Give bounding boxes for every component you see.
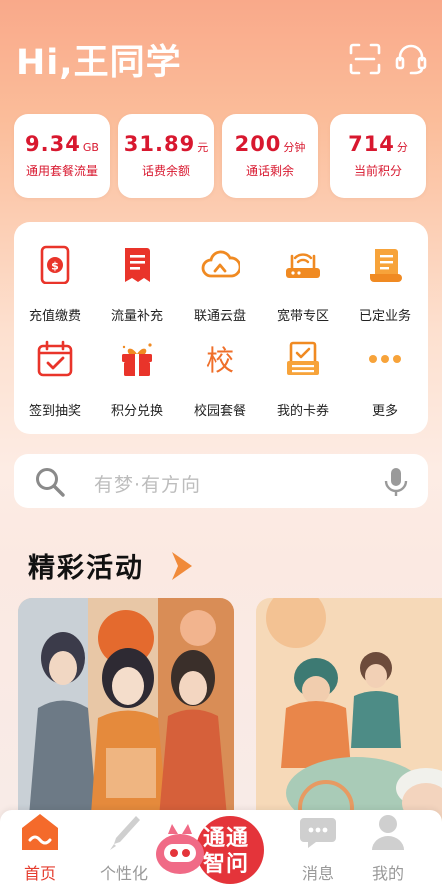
service-campus-plan[interactable]: 校 校园套餐 [179, 317, 261, 419]
service-label: 签到抽奖 [28, 404, 81, 419]
coupon-icon [287, 341, 319, 375]
stat-label: 话费余额 [141, 164, 190, 178]
brush-icon [110, 816, 140, 850]
home-icon [22, 814, 58, 850]
stat-value: 9.34 [25, 132, 81, 156]
tab-label: 我的 [371, 864, 404, 883]
stat-card-minutes[interactable]: 200 分钟 通话剩余 [222, 114, 318, 198]
search-bar[interactable]: 有梦·有方向 [14, 454, 428, 508]
stat-card-balance[interactable]: 31.89 元 话费余额 [118, 114, 214, 198]
service-label: 校园套餐 [193, 404, 246, 419]
activity-banner[interactable] [18, 598, 234, 828]
tab-home[interactable]: 首页 [0, 810, 80, 894]
tab-label: 首页 [23, 864, 56, 883]
assistant-label-line1: 通通 [202, 826, 249, 851]
stat-unit: 分钟 [283, 141, 306, 154]
greeting-title: Hi,王同学 [16, 43, 182, 83]
school-icon: 校 [206, 344, 234, 377]
assistant-label-line2: 智问 [202, 852, 249, 877]
calendar-check-icon [37, 340, 73, 377]
user-icon [372, 815, 404, 850]
stat-unit: GB [82, 141, 99, 154]
headset-icon[interactable] [394, 42, 428, 76]
gift-icon [122, 343, 152, 376]
service-label: 我的卡券 [276, 404, 329, 419]
account-stats: 9.34 GB 通用套餐流量 31.89 元 话费余额 200 分钟 通话剩余 714… [14, 114, 428, 200]
service-recharge[interactable]: $ 充值缴费 [14, 222, 96, 324]
router-icon [286, 253, 320, 278]
phone-recharge-icon: $ [40, 245, 70, 284]
bottom-tab-bar: 首页 个性化 通通 智问 消息 我的 [0, 810, 442, 894]
section-title: 精彩活动 [28, 553, 144, 584]
stat-unit: 元 [197, 141, 209, 154]
svg-text:校: 校 [206, 344, 234, 377]
services-grid: $ 充值缴费 流量补充 联通云盘 宽带专区 已定业务 签到抽奖 积分兑换 校 校… [14, 222, 428, 434]
service-label: 积分兑换 [110, 404, 163, 419]
service-checkin[interactable]: 签到抽奖 [14, 317, 96, 419]
tab-label: 消息 [301, 864, 334, 883]
activity-banner[interactable] [256, 598, 442, 828]
service-data-topup[interactable]: 流量补充 [96, 222, 178, 324]
stat-value: 31.89 [123, 132, 196, 156]
stat-label: 通话剩余 [245, 164, 294, 178]
stat-card-data[interactable]: 9.34 GB 通用套餐流量 [14, 114, 110, 198]
stat-card-points[interactable]: 714 分 当前积分 [330, 114, 426, 198]
service-subscribed[interactable]: 已定业务 [344, 222, 426, 324]
stat-label: 通用套餐流量 [25, 164, 98, 178]
banner-illustration [18, 598, 234, 828]
microphone-icon[interactable] [382, 466, 410, 498]
service-more[interactable]: 更多 [344, 317, 426, 419]
chat-bubble-icon [300, 818, 336, 848]
assistant-label: 通通 智问 [196, 826, 256, 878]
service-cloud-drive[interactable]: 联通云盘 [179, 222, 261, 324]
header: Hi,王同学 [0, 0, 442, 110]
scroll-icon [370, 249, 402, 282]
svg-text:$: $ [51, 260, 59, 273]
tab-me[interactable]: 我的 [348, 810, 428, 894]
stat-value: 714 [348, 132, 395, 156]
service-broadband[interactable]: 宽带专区 [262, 222, 344, 324]
stat-label: 当前积分 [353, 164, 402, 178]
banner-illustration [256, 598, 442, 828]
chevron-right-icon[interactable] [168, 549, 196, 583]
service-my-coupons[interactable]: 我的卡券 [262, 317, 344, 419]
scan-icon[interactable] [348, 42, 382, 76]
tab-messages[interactable]: 消息 [278, 810, 358, 894]
service-points-exchange[interactable]: 积分兑换 [96, 317, 178, 419]
search-input[interactable]: 有梦·有方向 [94, 470, 201, 497]
search-icon [36, 468, 65, 497]
more-dots-icon [369, 355, 401, 363]
document-icon [125, 248, 150, 282]
cloud-home-icon [201, 250, 240, 278]
stat-value: 200 [234, 132, 282, 156]
service-label: 更多 [371, 404, 398, 419]
stat-unit: 分 [396, 141, 408, 154]
